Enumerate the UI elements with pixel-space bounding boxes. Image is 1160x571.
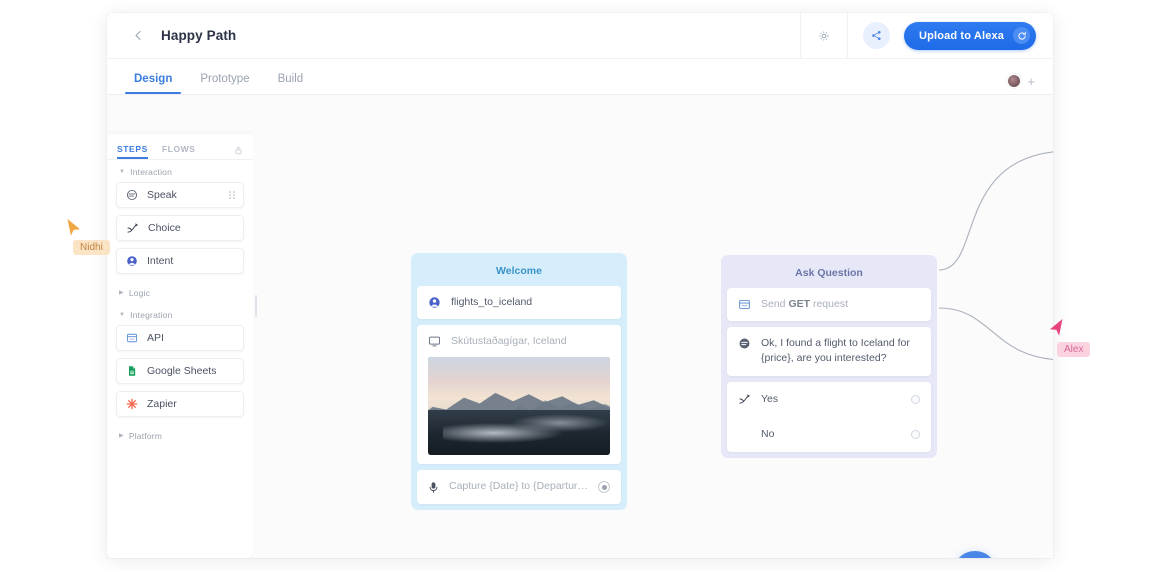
sidebar-tab-steps[interactable]: STEPS [117,144,148,159]
chevron-down-icon: ▼ [119,312,125,318]
lock-icon [234,146,243,155]
sidebar-item-zapier[interactable]: Zapier [116,391,244,417]
api-method: GET [788,298,810,310]
settings-button[interactable] [801,13,847,59]
drag-handle-icon[interactable] [229,191,235,199]
choice-icon [126,222,139,235]
sidebar-group-label: Integration [130,310,172,320]
api-icon [738,298,751,311]
sidebar-group-platform[interactable]: ▶ Platform [107,424,253,446]
header-actions: Upload to Alexa [800,13,1053,59]
sidebar-item-label: Intent [147,255,173,267]
sidebar-group-label: Logic [129,288,150,298]
cursor-label: Nidhi [73,240,110,255]
sidebar-item-choice[interactable]: Choice [116,215,244,241]
cursor-pointer-icon [66,218,82,238]
app-window: Happy Path [107,13,1053,558]
sidebar-item-label: Choice [148,222,181,234]
card-options-block: Yes No [727,382,931,452]
steps-sidebar: STEPS FLOWS ▼ Interaction [107,134,253,558]
card-row-capture[interactable]: Capture {Date} to {Departur… [417,470,621,503]
flow-canvas[interactable]: Welcome flights_to_iceland [253,95,1053,558]
tab-prototype[interactable]: Prototype [199,73,250,94]
api-request-text: Send GET request [761,297,848,312]
back-button[interactable] [121,19,155,53]
flow-card-ask-question[interactable]: Ask Question Send GET request Ok, I foun… [721,255,937,458]
cursor-label: Alex [1057,342,1090,357]
zapier-icon [126,398,138,410]
tab-design[interactable]: Design [133,73,173,94]
upload-button-label: Upload to Alexa [919,30,1004,42]
card-row-api[interactable]: Send GET request [727,288,931,321]
share-button-wrap [848,13,904,59]
speak-text: Ok, I found a flight to Iceland for {pri… [761,336,920,366]
card-option-yes[interactable]: Yes [727,382,931,417]
intent-icon [428,296,441,309]
sidebar-item-label: Speak [147,189,177,201]
capture-text: Capture {Date} to {Departur… [449,479,588,494]
choice-icon [738,393,751,406]
display-icon [428,335,441,348]
app-body: STEPS FLOWS ▼ Interaction [107,95,1053,558]
share-icon [871,30,882,41]
tab-build[interactable]: Build [277,73,305,94]
sidebar-group-interaction[interactable]: ▼ Interaction [107,160,253,182]
api-text-suffix: request [810,298,848,310]
sidebar-group-label: Platform [129,431,162,441]
flow-card-welcome[interactable]: Welcome flights_to_iceland [411,253,627,510]
share-button[interactable] [863,22,890,49]
card-row-speak[interactable]: Ok, I found a flight to Iceland for {pri… [727,327,931,375]
intent-name: flights_to_iceland [451,295,532,310]
collaborator-cursor-alex: Alex [1048,318,1064,338]
chevron-down-icon: ▼ [119,169,125,175]
chevron-left-icon [133,30,144,41]
display-caption: Skútustaðagígar, Iceland [451,334,567,349]
chevron-right-icon: ▶ [119,290,124,296]
sidebar-item-intent[interactable]: Intent [116,248,244,274]
sidebar-group-logic[interactable]: ▶ Logic [107,281,253,303]
lock-button[interactable] [234,146,243,159]
avatar[interactable] [1007,74,1021,88]
record-dot-icon[interactable] [598,481,610,493]
card-title: Ask Question [727,261,931,288]
option-label: No [761,427,774,442]
sidebar-group-integration[interactable]: ▼ Integration [107,303,253,325]
sidebar-item-label: Zapier [147,398,177,410]
sidebar-tab-flows[interactable]: FLOWS [162,144,196,159]
card-option-no[interactable]: No [727,417,931,452]
card-row-intent[interactable]: flights_to_iceland [417,286,621,319]
card-title: Welcome [417,259,621,286]
card-row-display[interactable]: Skútustaðagígar, Iceland [417,325,621,464]
page-title: Happy Path [161,28,236,43]
sidebar-tabs: STEPS FLOWS [107,134,253,160]
sidebar-item-api[interactable]: API [116,325,244,351]
connector-port[interactable] [911,430,920,439]
panel-resize-handle[interactable] [255,295,257,317]
chevron-right-icon: ▶ [119,433,124,439]
speak-icon [126,189,138,201]
iceland-coast-photo [428,357,610,455]
app-header: Happy Path [107,13,1053,59]
intent-icon [126,255,138,267]
refresh-icon [1013,27,1030,44]
members-area: + [1007,74,1035,88]
upload-to-alexa-button[interactable]: Upload to Alexa [904,22,1036,50]
connector-port[interactable] [911,395,920,404]
api-text-prefix: Send [761,298,788,310]
sidebar-item-label: API [147,332,164,344]
tab-bar: Design Prototype Build + [107,59,1053,95]
speak-icon [738,337,751,350]
sidebar-item-google-sheets[interactable]: Google Sheets [116,358,244,384]
collaborator-cursor-nidhi: Nidhi [66,218,82,238]
sidebar-item-speak[interactable]: Speak [116,182,244,208]
api-icon [126,332,138,344]
google-sheets-icon [126,365,138,377]
cursor-pointer-icon [1048,318,1064,338]
sidebar-group-label: Interaction [130,167,172,177]
gear-icon [818,30,830,42]
add-member-button[interactable]: + [1027,75,1035,88]
option-label: Yes [761,392,778,407]
microphone-icon [428,481,439,494]
sidebar-item-label: Google Sheets [147,365,216,377]
